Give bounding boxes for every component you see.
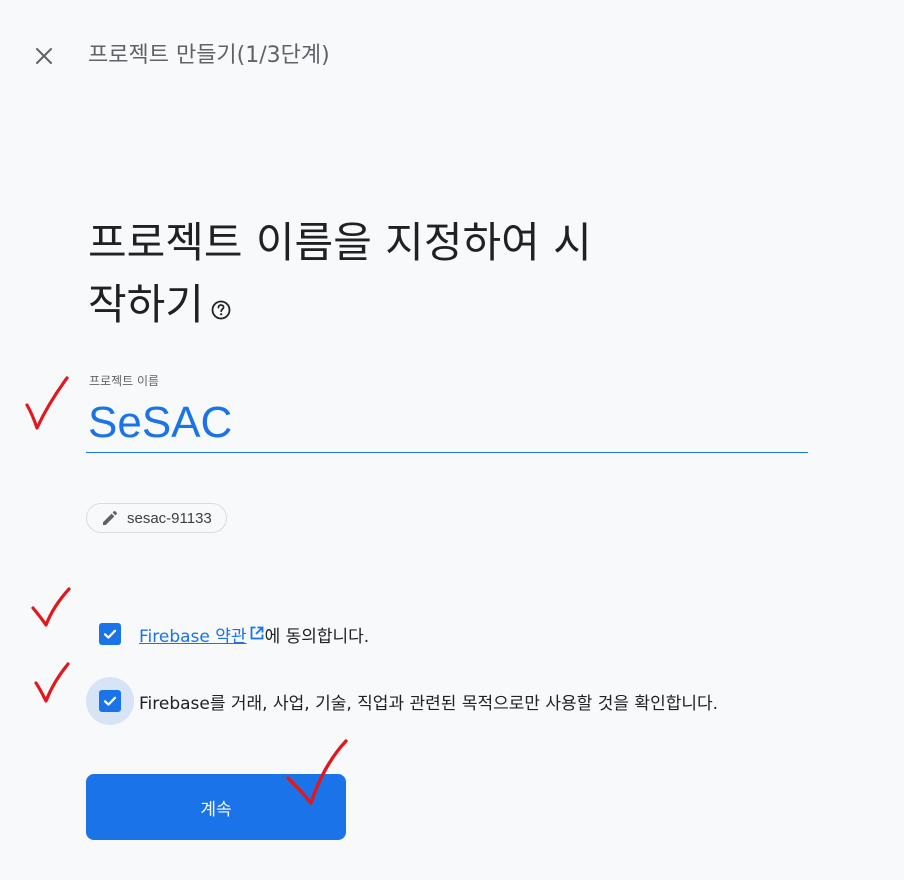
annotation-checkmark	[31, 587, 71, 627]
business-consent-row: Firebase를 거래, 사업, 기술, 직업과 관련된 목적으로만 사용할 …	[86, 677, 718, 725]
business-consent-text: Firebase를 거래, 사업, 기술, 직업과 관련된 목적으로만 사용할 …	[139, 693, 719, 714]
terms-suffix: 에 동의합니다.	[264, 626, 370, 647]
project-name-input[interactable]	[86, 394, 808, 453]
terms-link[interactable]: Firebase 약관	[139, 627, 247, 647]
terms-consent-row: Firebase 약관 에 동의합니다.	[86, 610, 369, 658]
close-icon	[36, 48, 52, 64]
heading-line-1: 프로젝트 이름을 지정하여 시	[88, 218, 592, 267]
help-icon[interactable]	[210, 276, 232, 338]
annotation-checkmark	[25, 376, 69, 430]
business-checkbox[interactable]	[86, 677, 134, 725]
close-button[interactable]	[28, 40, 60, 72]
annotation-checkmark	[34, 662, 70, 703]
page-heading: 프로젝트 이름을 지정하여 시 작하기	[88, 212, 688, 338]
project-id-chip[interactable]: sesac-91133	[86, 503, 227, 533]
continue-button[interactable]: 계속	[86, 774, 346, 840]
project-name-label: 프로젝트 이름	[89, 374, 160, 388]
terms-checkbox[interactable]	[86, 610, 134, 658]
check-icon	[103, 696, 117, 706]
checkbox-checked	[99, 690, 121, 712]
pencil-icon	[103, 511, 117, 525]
check-icon	[103, 629, 117, 639]
terms-text: Firebase 약관 에 동의합니다.	[139, 622, 369, 647]
project-id-text: sesac-91133	[127, 509, 212, 527]
step-title: 프로젝트 만들기(1/3단계)	[88, 43, 330, 68]
open-in-new-icon[interactable]	[249, 625, 265, 646]
heading-line-2: 작하기	[88, 280, 204, 329]
checkbox-checked	[99, 623, 121, 645]
